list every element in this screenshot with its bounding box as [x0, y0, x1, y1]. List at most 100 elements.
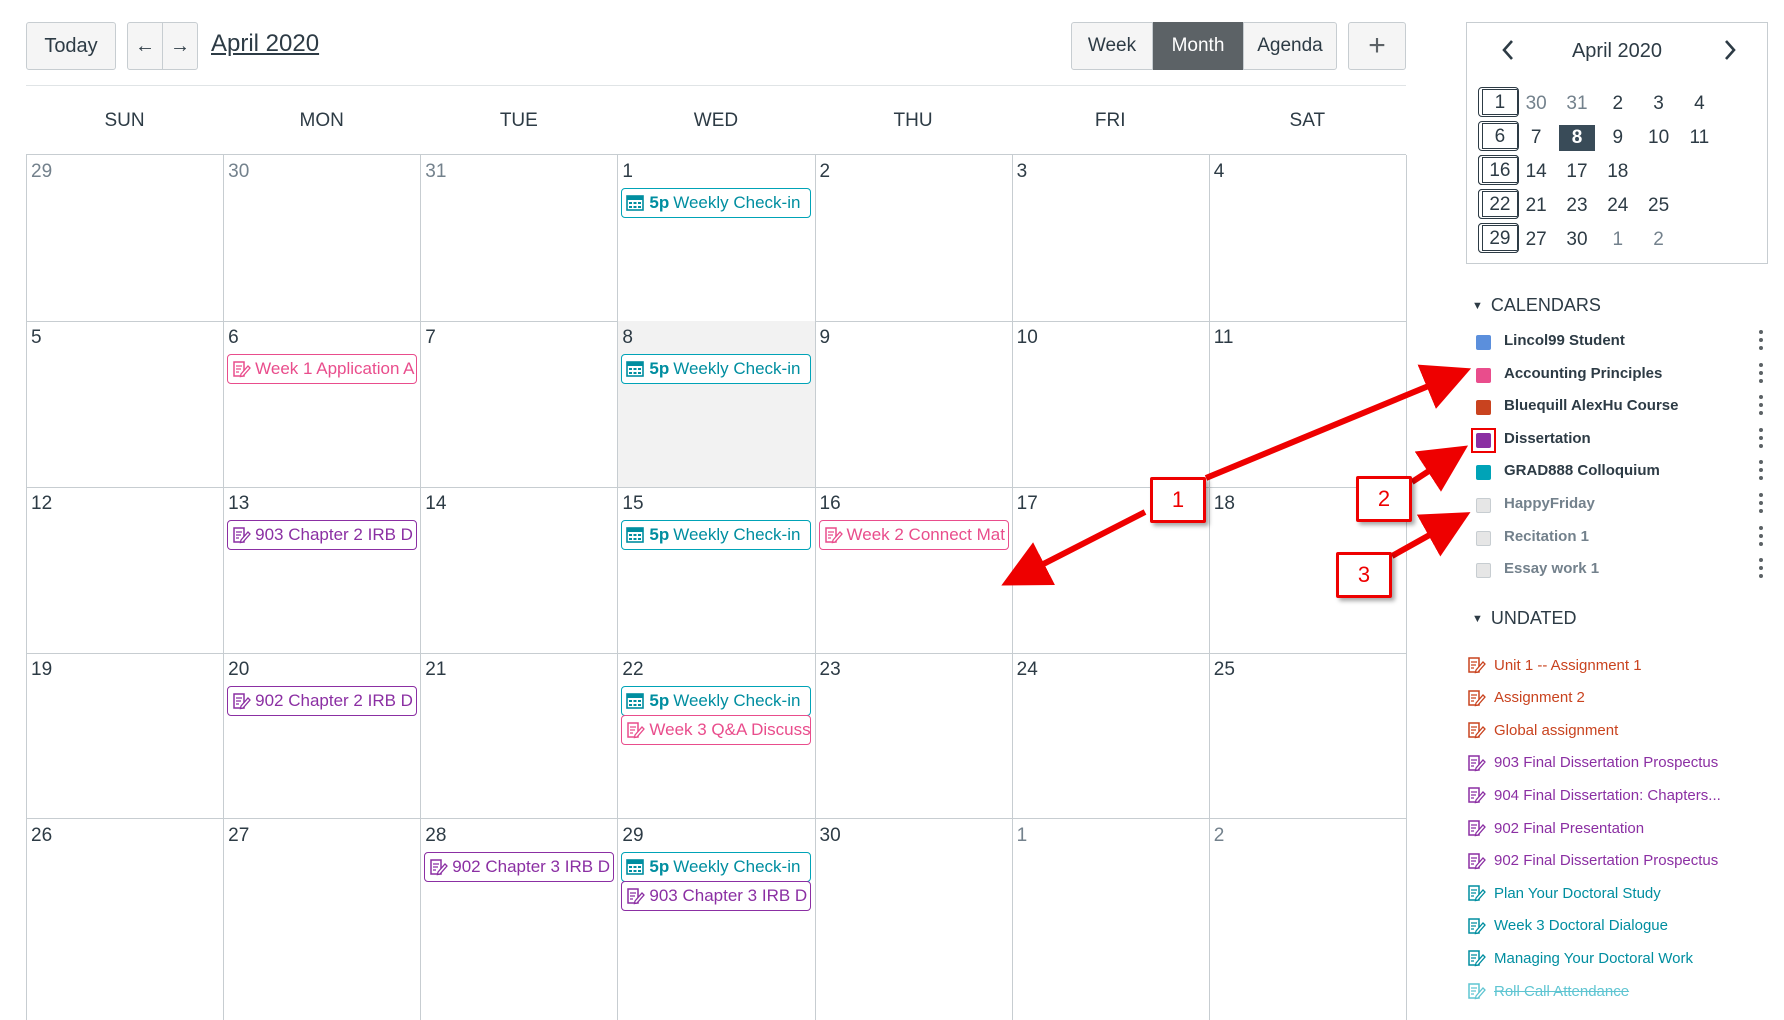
calendar-event[interactable]: Week 3 Q&A Discuss	[621, 715, 812, 745]
calendar-color-toggle[interactable]	[1476, 465, 1491, 481]
day-number[interactable]: 22	[622, 659, 643, 681]
day-cell[interactable]: 16 Week 2 Connect Mat	[815, 487, 1013, 654]
mini-calendar-day[interactable]: 8	[1557, 121, 1598, 155]
undated-item[interactable]: 904 Final Dissertation: Chapters...	[1466, 780, 1766, 810]
calendar-list-item[interactable]: Dissertation	[1471, 427, 1766, 457]
day-cell[interactable]: 1 5p Weekly Check-in	[618, 155, 816, 322]
undated-item-title[interactable]: Week 3 Doctoral Dialogue	[1494, 917, 1668, 934]
previous-month-button[interactable]: ←	[127, 22, 163, 70]
day-cell[interactable]: 3	[1012, 155, 1210, 322]
day-number[interactable]: 13	[228, 493, 249, 515]
day-number[interactable]: 30	[820, 825, 841, 847]
undated-item-title[interactable]: Global assignment	[1494, 722, 1618, 739]
mini-calendar-day[interactable]: 11	[1679, 121, 1720, 155]
calendar-list-item[interactable]: Essay work 1	[1476, 557, 1766, 587]
undated-item[interactable]: Roll Call Attendance	[1466, 976, 1766, 1006]
mini-calendar-day[interactable]: 23	[1557, 189, 1598, 223]
day-number[interactable]: 21	[425, 659, 446, 681]
day-number[interactable]: 4	[1214, 161, 1225, 183]
calendar-name[interactable]: Essay work 1	[1504, 560, 1599, 577]
day-number[interactable]: 14	[425, 493, 446, 515]
calendar-name[interactable]: Bluequill AlexHu Course	[1504, 397, 1678, 414]
week-view-button[interactable]: Week	[1071, 22, 1153, 70]
calendar-event[interactable]: 5p Weekly Check-in	[621, 188, 812, 218]
kebab-menu-icon[interactable]	[1756, 557, 1766, 579]
day-number[interactable]: 9	[820, 327, 831, 349]
day-number[interactable]: 2	[1214, 825, 1225, 847]
day-cell[interactable]: 23	[815, 653, 1013, 819]
day-cell[interactable]: 21	[421, 653, 619, 819]
calendar-event[interactable]: Week 2 Connect Mat	[818, 520, 1009, 550]
undated-item-title[interactable]: 903 Final Dissertation Prospectus	[1494, 754, 1718, 771]
day-cell[interactable]: 6 Week 1 Application A	[224, 321, 422, 488]
calendar-event[interactable]: 5p Weekly Check-in	[621, 852, 812, 882]
mini-calendar-day[interactable]: 16	[1478, 155, 1519, 185]
day-number[interactable]: 27	[228, 825, 249, 847]
day-number[interactable]: 7	[425, 327, 436, 349]
calendar-color-toggle[interactable]	[1476, 563, 1491, 579]
mini-calendar-day[interactable]: 3	[1638, 87, 1679, 121]
day-number[interactable]: 23	[820, 659, 841, 681]
day-cell[interactable]: 24	[1012, 653, 1210, 819]
undated-item-title[interactable]: Roll Call Attendance	[1494, 983, 1629, 1000]
kebab-menu-icon[interactable]	[1756, 362, 1766, 384]
day-number[interactable]: 1	[622, 161, 633, 183]
undated-item-title[interactable]: Assignment 2	[1494, 689, 1585, 706]
calendar-name[interactable]: GRAD888 Colloquium	[1504, 462, 1660, 479]
undated-item[interactable]: 902 Final Presentation	[1466, 813, 1766, 843]
undated-item-title[interactable]: Unit 1 -- Assignment 1	[1494, 657, 1642, 674]
day-number[interactable]: 31	[425, 161, 446, 183]
day-cell[interactable]: 29	[27, 155, 225, 322]
day-cell[interactable]: 10	[1012, 321, 1210, 488]
month-view-button[interactable]: Month	[1153, 22, 1243, 70]
calendar-event[interactable]: 903 Chapter 2 IRB D	[227, 520, 418, 550]
undated-item[interactable]: Week 3 Doctoral Dialogue	[1466, 911, 1766, 941]
day-number[interactable]: 3	[1017, 161, 1028, 183]
calendar-color-toggle[interactable]	[1476, 530, 1491, 546]
calendar-name[interactable]: Accounting Principles	[1504, 365, 1662, 382]
kebab-menu-icon[interactable]	[1756, 427, 1766, 449]
day-number[interactable]: 28	[425, 825, 446, 847]
mini-calendar-day[interactable]: 25	[1638, 189, 1679, 223]
undated-item[interactable]: Plan Your Doctoral Study	[1466, 878, 1766, 908]
mini-calendar-day[interactable]: 27	[1516, 223, 1557, 257]
day-number[interactable]: 1	[1017, 825, 1028, 847]
day-cell[interactable]: 31	[421, 155, 619, 322]
day-cell[interactable]: 26	[27, 819, 225, 1020]
kebab-menu-icon[interactable]	[1756, 329, 1766, 351]
mini-calendar-day[interactable]: 7	[1516, 121, 1557, 155]
day-number[interactable]: 24	[1017, 659, 1038, 681]
day-cell[interactable]: 11	[1209, 321, 1407, 488]
calendar-event[interactable]: 902 Chapter 3 IRB D	[424, 852, 615, 882]
day-cell[interactable]: 27	[224, 819, 422, 1020]
day-number[interactable]: 20	[228, 659, 249, 681]
mini-calendar-day[interactable]: 18	[1597, 155, 1638, 189]
mini-calendar-day[interactable]: 30	[1516, 87, 1557, 121]
mini-calendar-day[interactable]: 2	[1597, 87, 1638, 121]
month-title-link[interactable]: April 2020	[211, 30, 319, 58]
mini-calendar-day[interactable]: 4	[1679, 87, 1720, 121]
day-cell[interactable]: 28 902 Chapter 3 IRB D	[421, 819, 619, 1020]
mini-calendar-day[interactable]: 14	[1516, 155, 1557, 189]
mini-calendar-day[interactable]: 31	[1557, 87, 1598, 121]
calendar-event[interactable]: 5p Weekly Check-in	[621, 354, 812, 384]
day-cell[interactable]: 12	[27, 487, 225, 654]
undated-item-title[interactable]: 902 Final Presentation	[1494, 820, 1644, 837]
day-number[interactable]: 29	[622, 825, 643, 847]
day-number[interactable]: 8	[622, 327, 633, 349]
day-cell[interactable]: 9	[815, 321, 1013, 488]
calendar-list-item[interactable]: Recitation 1	[1476, 525, 1766, 555]
calendar-color-toggle[interactable]	[1476, 498, 1491, 513]
mini-calendar-day[interactable]: 6	[1478, 121, 1519, 151]
kebab-menu-icon[interactable]	[1756, 459, 1766, 481]
calendar-event[interactable]: 5p Weekly Check-in	[621, 686, 812, 716]
day-number[interactable]: 5	[31, 327, 42, 349]
mini-calendar-day[interactable]: 21	[1516, 189, 1557, 223]
undated-item[interactable]: Assignment 2	[1466, 683, 1766, 713]
mini-calendar-day[interactable]: 9	[1597, 121, 1638, 155]
day-cell[interactable]: 2	[815, 155, 1013, 322]
day-cell[interactable]: 30	[816, 819, 1013, 1020]
day-number[interactable]: 30	[228, 161, 249, 183]
undated-item[interactable]: 902 Final Dissertation Prospectus	[1466, 846, 1766, 876]
calendar-event[interactable]: 5p Weekly Check-in	[621, 520, 812, 550]
